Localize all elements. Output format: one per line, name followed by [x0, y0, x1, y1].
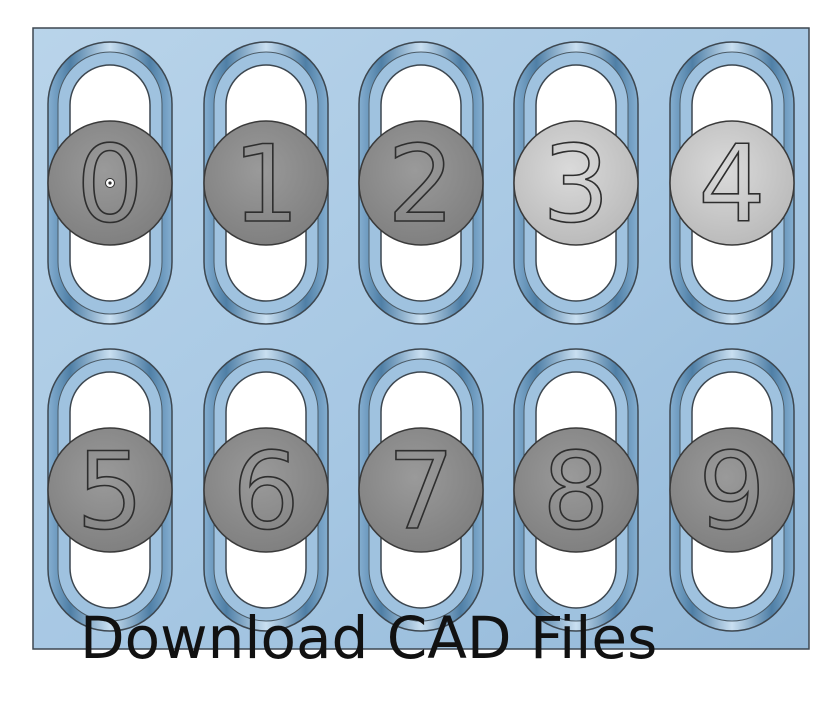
engraved-label: 4	[698, 123, 765, 246]
button-7[interactable]: 7	[358, 427, 484, 554]
engraved-label: 2	[387, 123, 454, 246]
button-4[interactable]: 4	[669, 120, 795, 247]
engraved-label: 3	[542, 123, 609, 246]
button-9[interactable]: 9	[669, 427, 795, 554]
button-3[interactable]: 3	[513, 120, 639, 247]
button-8[interactable]: 8	[513, 427, 639, 554]
cad-render: 0 1 2 3 4 5 6 7 8 9 Download CAD Files	[32, 27, 810, 672]
engraved-label: 9	[698, 430, 765, 553]
engraved-label: 7	[387, 430, 454, 553]
center-dot-core	[108, 181, 112, 185]
button-0[interactable]: 0	[47, 120, 173, 247]
button-1[interactable]: 1	[203, 120, 329, 247]
download-cad-files-link[interactable]: Download CAD Files	[80, 604, 657, 672]
button-6[interactable]: 6	[203, 427, 329, 554]
engraved-label: 5	[76, 430, 143, 553]
button-2[interactable]: 2	[358, 120, 484, 247]
engraved-label: 6	[232, 430, 299, 553]
button-5[interactable]: 5	[47, 427, 173, 554]
engraved-label: 1	[232, 123, 299, 246]
engraved-label: 8	[542, 430, 609, 553]
